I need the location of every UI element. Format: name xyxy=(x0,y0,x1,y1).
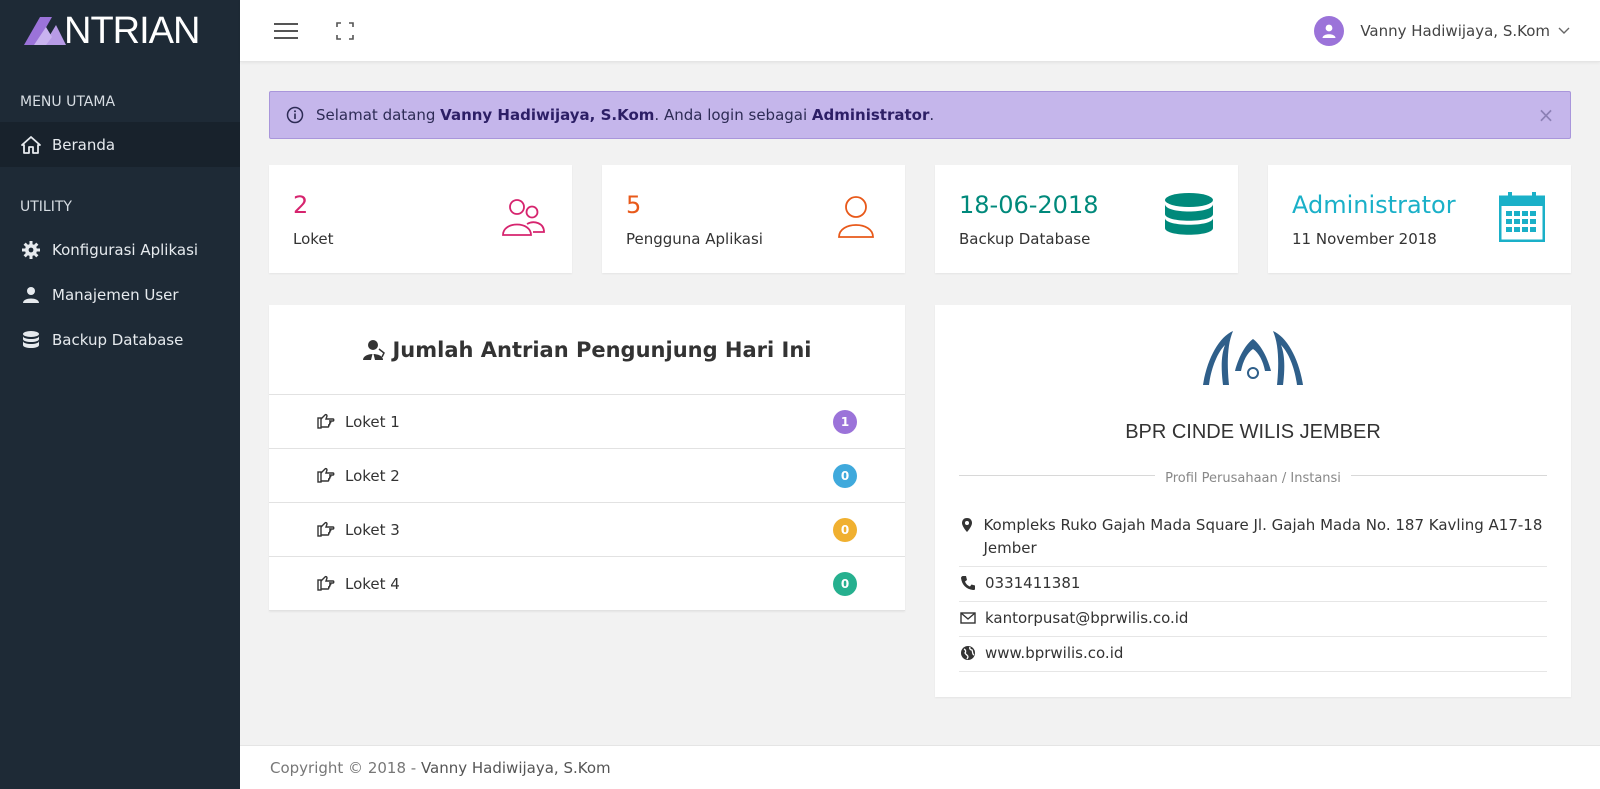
stat-value: 2 xyxy=(293,191,309,219)
menu-header-utility: UTILITY xyxy=(20,199,72,215)
stat-label: 11 November 2018 xyxy=(1292,230,1437,248)
fullscreen-icon xyxy=(336,22,354,40)
queue-label: Loket 4 xyxy=(345,574,400,593)
close-button[interactable]: × xyxy=(1536,103,1556,127)
gear-icon xyxy=(20,240,42,260)
stat-card-loket: 2 Loket xyxy=(269,165,572,273)
section-label: Profil Perusahaan / Instansi xyxy=(1155,471,1351,486)
alert-prefix: Selamat datang xyxy=(316,106,441,124)
alert-suffix: . xyxy=(929,106,935,124)
phone-text: 0331411381 xyxy=(985,574,1081,592)
stat-card-administrator: Administrator 11 November 2018 xyxy=(1268,165,1571,273)
welcome-alert: Selamat datang Vanny Hadiwijaya, S.Kom. … xyxy=(269,91,1571,139)
company-logo xyxy=(1199,325,1307,389)
menu-header-main: MENU UTAMA xyxy=(20,94,116,110)
copyright-text: Copyright © 2018 - xyxy=(270,758,421,777)
sidebar-item-label: Konfigurasi Aplikasi xyxy=(52,240,199,259)
email-row: kantorpusat@bprwilis.co.id xyxy=(959,602,1547,637)
count-badge: 0 xyxy=(833,517,857,542)
user-outline-icon xyxy=(831,191,881,243)
hand-pointer-icon xyxy=(317,467,337,485)
queue-row: Loket 1 1 xyxy=(269,395,905,449)
queue-label: Loket 2 xyxy=(345,466,400,485)
hand-pointer-icon xyxy=(317,413,337,431)
sidebar: NTRIAN MENU UTAMA Beranda UTILITY Konfig… xyxy=(0,0,240,789)
database-icon xyxy=(1164,191,1214,243)
brand-text: NTRIAN xyxy=(64,9,200,52)
envelope-icon xyxy=(959,608,977,628)
users-icon xyxy=(498,191,548,243)
sidebar-item-label: Beranda xyxy=(52,135,116,154)
sidebar-item-backup-database[interactable]: Backup Database xyxy=(0,317,240,362)
chevron-down-icon xyxy=(1558,27,1570,34)
phone-icon xyxy=(959,573,977,593)
alert-role: Administrator xyxy=(811,106,930,124)
database-icon xyxy=(20,330,42,350)
topbar: Vanny Hadiwijaya, S.Kom xyxy=(240,0,1600,62)
alert-user: Vanny Hadiwijaya, S.Kom xyxy=(440,106,655,124)
stat-card-pengguna: 5 Pengguna Aplikasi xyxy=(602,165,905,273)
stat-card-backup: 18-06-2018 Backup Database xyxy=(935,165,1238,273)
sidebar-item-konfigurasi[interactable]: Konfigurasi Aplikasi xyxy=(0,227,240,272)
sidebar-item-manajemen-user[interactable]: Manajemen User xyxy=(0,272,240,317)
address-row: Kompleks Ruko Gajah Mada Square Jl. Gaja… xyxy=(959,510,1547,567)
website-text[interactable]: www.bprwilis.co.id xyxy=(985,642,1123,665)
user-name: Vanny Hadiwijaya, S.Kom xyxy=(1360,22,1550,40)
map-marker-icon xyxy=(959,515,975,535)
home-icon xyxy=(20,135,42,155)
user-menu[interactable]: Vanny Hadiwijaya, S.Kom xyxy=(1314,12,1570,50)
stat-label: Pengguna Aplikasi xyxy=(626,230,763,248)
address-text: Kompleks Ruko Gajah Mada Square Jl. Gaja… xyxy=(983,516,1543,557)
website-row: www.bprwilis.co.id xyxy=(959,637,1547,672)
company-profile-panel: BPR CINDE WILIS JEMBER Profil Perusahaan… xyxy=(935,305,1571,697)
stat-value: 18-06-2018 xyxy=(959,191,1099,219)
info-icon xyxy=(286,106,304,124)
hand-pointer-icon xyxy=(317,575,337,593)
sidebar-item-beranda[interactable]: Beranda xyxy=(0,122,240,167)
count-badge: 0 xyxy=(833,571,857,596)
menu-toggle-button[interactable] xyxy=(271,16,301,46)
stat-value: Administrator xyxy=(1292,191,1456,219)
email-text[interactable]: kantorpusat@bprwilis.co.id xyxy=(985,607,1188,630)
queue-label: Loket 1 xyxy=(345,412,400,431)
queue-row: Loket 2 0 xyxy=(269,449,905,503)
footer: Copyright © 2018 - Vanny Hadiwijaya, S.K… xyxy=(240,745,1600,789)
queue-title: Jumlah Antrian Pengunjung Hari Ini xyxy=(392,337,812,362)
hand-pointer-icon xyxy=(317,521,337,539)
count-badge: 1 xyxy=(833,409,857,434)
user-icon xyxy=(1322,24,1336,38)
globe-icon xyxy=(959,643,977,663)
footer-author: Vanny Hadiwijaya, S.Kom xyxy=(420,758,611,777)
stat-label: Loket xyxy=(293,230,334,248)
company-name: BPR CINDE WILIS JEMBER xyxy=(1125,421,1381,443)
stat-value: 5 xyxy=(626,191,642,219)
queue-row: Loket 4 0 xyxy=(269,557,905,611)
avatar xyxy=(1314,16,1345,46)
alert-middle: . Anda login sebagai xyxy=(654,106,812,124)
queue-row: Loket 3 0 xyxy=(269,503,905,557)
brand-logo[interactable]: NTRIAN xyxy=(0,0,240,62)
sidebar-item-label: Backup Database xyxy=(52,330,184,349)
section-divider: Profil Perusahaan / Instansi xyxy=(959,468,1547,486)
sidebar-item-label: Manajemen User xyxy=(52,285,179,304)
user-icon xyxy=(20,285,42,305)
hamburger-icon xyxy=(274,23,298,39)
queue-header: Jumlah Antrian Pengunjung Hari Ini xyxy=(269,305,905,395)
user-tie-icon xyxy=(363,339,386,360)
count-badge: 0 xyxy=(833,463,857,488)
queue-panel: Jumlah Antrian Pengunjung Hari Ini Loket… xyxy=(269,305,905,611)
phone-row: 0331411381 xyxy=(959,567,1547,602)
fullscreen-button[interactable] xyxy=(330,16,360,46)
brand-mark-icon xyxy=(24,17,66,45)
calendar-icon xyxy=(1497,191,1547,243)
queue-label: Loket 3 xyxy=(345,520,400,539)
stat-label: Backup Database xyxy=(959,230,1091,248)
